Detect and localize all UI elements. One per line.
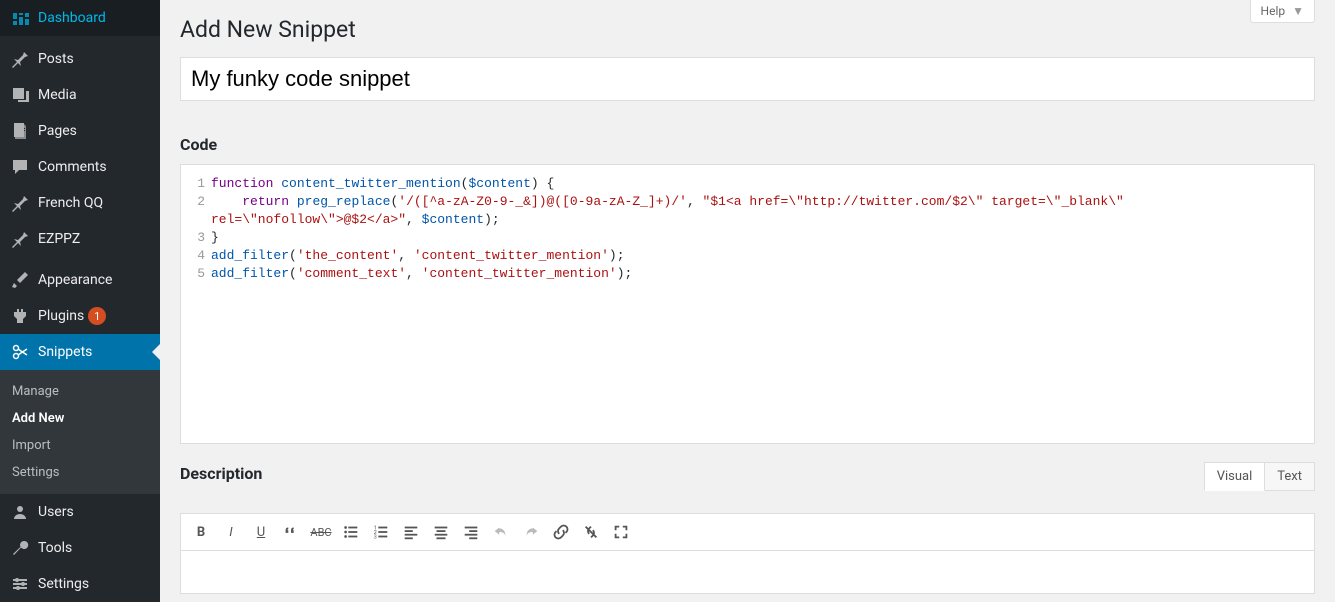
admin-sidebar: Dashboard Posts Media Pages Comments Fre… [0,0,160,602]
quote-button[interactable] [277,518,305,546]
settings-icon [10,574,30,594]
submenu-item-settings[interactable]: Settings [0,459,160,486]
bold-button[interactable]: B [187,518,215,546]
sidebar-item-label: EZPPZ [38,231,80,247]
sidebar-item-label: Pages [38,123,77,139]
plugin-icon [10,306,30,326]
undo-button[interactable] [487,518,515,546]
scissors-icon [10,342,30,362]
sidebar-item-label: Appearance [38,272,112,288]
sidebar-item-plugins[interactable]: Plugins 1 [0,298,160,334]
sidebar-item-pages[interactable]: Pages [0,113,160,149]
line-number: 5 [181,265,205,283]
snippet-title-input[interactable] [180,57,1315,101]
ol-button[interactable]: 123 [367,518,395,546]
sidebar-item-label: Snippets [38,344,92,360]
code-body[interactable]: function content_twitter_mention($conten… [211,165,1314,443]
code-line: add_filter('comment_text', 'content_twit… [211,265,1314,283]
pin-icon [10,193,30,213]
underline-button[interactable]: U [247,518,275,546]
code-line: function content_twitter_mention($conten… [211,175,1314,193]
sidebar-item-users[interactable]: Users [0,494,160,530]
fullscreen-button[interactable] [607,518,635,546]
description-editor[interactable] [180,550,1315,594]
code-heading: Code [180,135,1315,154]
media-icon [10,85,30,105]
update-badge: 1 [88,307,106,325]
line-number: 1 [181,175,205,193]
submenu-item-manage[interactable]: Manage [0,378,160,405]
code-line: } [211,229,1314,247]
pages-icon [10,121,30,141]
sidebar-item-french-qq[interactable]: French QQ [0,185,160,221]
align-center-button[interactable] [427,518,455,546]
pin-icon [10,229,30,249]
sidebar-item-label: Dashboard [38,10,106,26]
tab-visual[interactable]: Visual [1204,462,1266,491]
submenu-item-add-new[interactable]: Add New [0,405,160,432]
line-number: 4 [181,247,205,265]
pin-icon [10,49,30,69]
link-button[interactable] [547,518,575,546]
editor-mode-tabs: Visual Text [1204,462,1315,491]
sidebar-item-ezppz[interactable]: EZPPZ [0,221,160,257]
snippets-submenu: Manage Add New Import Settings [0,370,160,494]
line-number: 3 [181,229,205,247]
sidebar-item-dashboard[interactable]: Dashboard [0,0,160,36]
italic-button[interactable]: I [217,518,245,546]
line-number: 2 [181,193,205,211]
sidebar-item-label: Posts [38,51,74,67]
description-heading: Description [180,464,1315,483]
sidebar-item-posts[interactable]: Posts [0,41,160,77]
editor-toolbar: B I U ABC 123 [180,513,1315,550]
sidebar-item-label: Media [38,87,77,103]
main-content: Help ▼ Add New Snippet Code 1 2 3 4 5 fu… [160,0,1335,602]
description-section: Description Visual Text B I U ABC 123 [180,464,1315,594]
ul-button[interactable] [337,518,365,546]
sidebar-item-comments[interactable]: Comments [0,149,160,185]
sidebar-item-media[interactable]: Media [0,77,160,113]
code-editor[interactable]: 1 2 3 4 5 function content_twitter_menti… [180,164,1315,444]
sidebar-item-label: Settings [38,576,89,592]
comments-icon [10,157,30,177]
sidebar-item-snippets[interactable]: Snippets [0,334,160,370]
redo-button[interactable] [517,518,545,546]
sidebar-item-label: Tools [38,540,72,556]
align-left-button[interactable] [397,518,425,546]
help-tab[interactable]: Help ▼ [1250,0,1315,23]
unlink-button[interactable] [577,518,605,546]
sidebar-item-label: French QQ [38,195,103,211]
sidebar-item-label: Comments [38,159,107,175]
tools-icon [10,538,30,558]
tab-text[interactable]: Text [1265,462,1315,491]
submenu-item-import[interactable]: Import [0,432,160,459]
strike-button[interactable]: ABC [307,518,335,546]
sidebar-item-appearance[interactable]: Appearance [0,262,160,298]
align-right-button[interactable] [457,518,485,546]
dashboard-icon [10,8,30,28]
users-icon [10,502,30,522]
line-gutter: 1 2 3 4 5 [181,165,211,443]
chevron-down-icon: ▼ [1292,4,1304,18]
sidebar-item-tools[interactable]: Tools [0,530,160,566]
brush-icon [10,270,30,290]
sidebar-item-settings[interactable]: Settings [0,566,160,602]
code-line: add_filter('the_content', 'content_twitt… [211,247,1314,265]
code-line: return preg_replace('/([^a-zA-Z0-9-_&])@… [211,193,1314,229]
line-number [181,211,205,229]
svg-text:3: 3 [374,534,377,540]
sidebar-item-label: Plugins [38,308,84,324]
page-title: Add New Snippet [180,16,1315,43]
help-label: Help [1261,4,1286,18]
sidebar-item-label: Users [38,504,74,520]
